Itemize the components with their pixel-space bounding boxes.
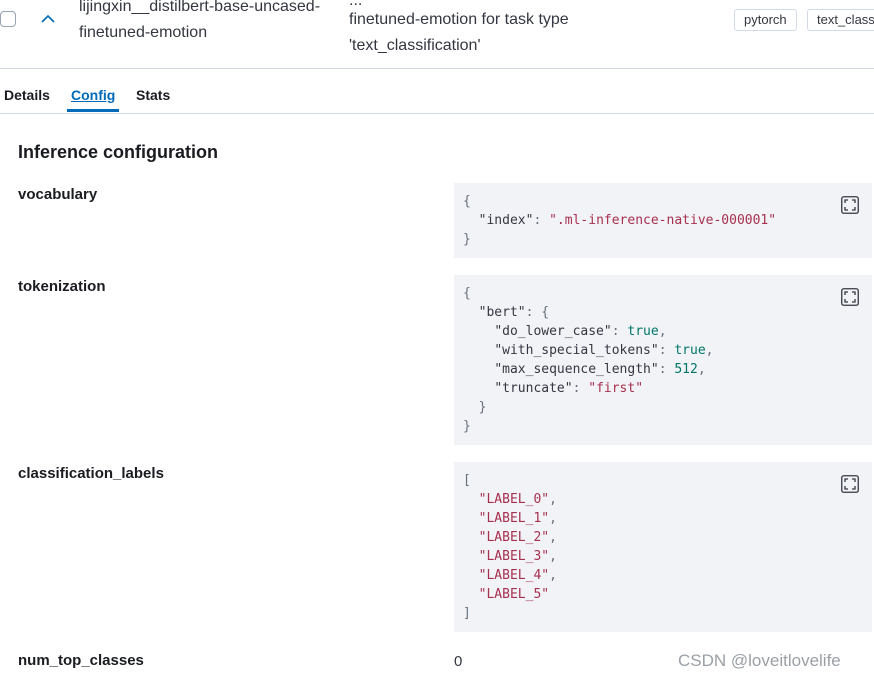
num-top-classes-value: 0 bbox=[454, 653, 463, 670]
json-key: "max_sequence_length" bbox=[494, 362, 659, 377]
field-label-num-top-classes: num_top_classes bbox=[18, 652, 144, 669]
detail-tabs: Details Config Stats bbox=[0, 69, 874, 114]
fullscreen-icon[interactable] bbox=[841, 288, 859, 306]
badge-pytorch: pytorch bbox=[734, 9, 797, 31]
field-label-tokenization: tokenization bbox=[18, 278, 106, 295]
json-string: "LABEL_2" bbox=[478, 530, 550, 545]
tab-details[interactable]: Details bbox=[4, 87, 50, 104]
model-description-line-1: finetuned-emotion for task type bbox=[349, 11, 569, 28]
tab-config[interactable]: Config bbox=[71, 87, 115, 104]
tab-stats[interactable]: Stats bbox=[136, 87, 170, 104]
model-description-line-2: 'text_classification' bbox=[349, 37, 481, 54]
code-block-vocabulary: { "index": ".ml-inference-native-000001"… bbox=[454, 183, 872, 258]
json-string: "LABEL_0" bbox=[478, 492, 550, 507]
model-table-row: lijingxin__distilbert-base-uncased- fine… bbox=[0, 0, 874, 69]
json-key: "index" bbox=[478, 213, 534, 228]
fullscreen-icon[interactable] bbox=[841, 196, 859, 214]
json-string: "LABEL_1" bbox=[478, 511, 550, 526]
collapse-row-button[interactable] bbox=[38, 8, 58, 30]
json-string: "LABEL_4" bbox=[478, 568, 550, 583]
chevron-up-icon bbox=[41, 14, 55, 23]
field-label-classification-labels: classification_labels bbox=[18, 465, 164, 482]
field-label-vocabulary: vocabulary bbox=[18, 186, 98, 203]
json-key: "do_lower_case" bbox=[494, 324, 612, 339]
json-boolean: true bbox=[627, 324, 659, 339]
row-checkbox[interactable] bbox=[0, 11, 16, 27]
section-title: Inference configuration bbox=[18, 142, 219, 162]
fullscreen-icon[interactable] bbox=[841, 475, 859, 493]
json-string: ".ml-inference-native-000001" bbox=[549, 213, 777, 228]
json-boolean: true bbox=[674, 343, 706, 358]
code-block-classification-labels: [ "LABEL_0", "LABEL_1", "LABEL_2", "LABE… bbox=[454, 462, 872, 632]
json-string: "LABEL_3" bbox=[478, 549, 550, 564]
json-key: "with_special_tokens" bbox=[494, 343, 659, 358]
json-key: "truncate" bbox=[494, 381, 573, 396]
model-id-line-2: finetuned-emotion bbox=[79, 24, 208, 41]
json-string: "LABEL_5" bbox=[478, 587, 550, 602]
json-key: "bert" bbox=[478, 305, 526, 320]
json-string: "first" bbox=[588, 381, 644, 396]
watermark: CSDN @loveitlovelife bbox=[678, 651, 841, 670]
model-id: lijingxin__distilbert-base-uncased- fine… bbox=[79, 0, 339, 46]
model-description: ... finetuned-emotion for task type 'tex… bbox=[349, 0, 609, 59]
badge-task-type: text_class bbox=[807, 9, 874, 31]
code-block-tokenization: { "bert": { "do_lower_case": true, "with… bbox=[454, 275, 872, 445]
active-tab-indicator bbox=[67, 109, 119, 112]
json-number: 512 bbox=[674, 362, 698, 377]
model-id-line-1: lijingxin__distilbert-base-uncased- bbox=[79, 0, 321, 15]
model-description-line-0: ... bbox=[349, 0, 609, 7]
